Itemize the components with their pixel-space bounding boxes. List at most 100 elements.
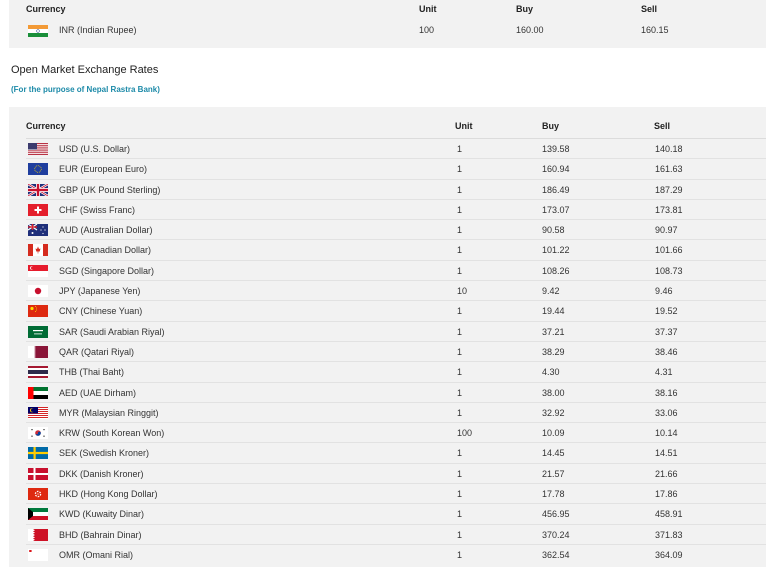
currency-sell: 10.14 xyxy=(655,428,678,439)
table-row: HKD (Hong Kong Dollar) 1 17.78 17.86 xyxy=(26,483,766,503)
currency-buy: 362.54 xyxy=(542,549,570,560)
currency-name: THB (Thai Baht) xyxy=(59,367,125,378)
currency-unit: 1 xyxy=(457,448,463,459)
table-row: CHF (Swiss Franc) 1 173.07 173.81 xyxy=(26,198,766,219)
currency-name: GBP (UK Pound Sterling) xyxy=(59,184,161,195)
currency-sell: 38.16 xyxy=(655,387,678,398)
currency-name: SGD (Singapore Dollar) xyxy=(59,265,155,276)
table-row: SGD (Singapore Dollar) 1 108.26 108.73 xyxy=(26,259,766,280)
currency-sell: 4.31 xyxy=(655,367,673,378)
currency-sell: 140.18 xyxy=(655,144,683,154)
currency-sell: 161.63 xyxy=(655,164,683,175)
oman-flag-icon xyxy=(28,548,48,561)
header-currency: Currency xyxy=(26,121,66,131)
table-row: SAR (Saudi Arabian Riyal) 1 37.21 37.37 xyxy=(26,320,766,341)
header-sell: Sell xyxy=(654,121,671,131)
currency-buy: 101.22 xyxy=(542,245,570,256)
table-row: CAD (Canadian Dollar) 1 101.22 101.66 xyxy=(26,239,766,259)
currency-name: MYR (Malaysian Ringgit) xyxy=(59,407,159,418)
currency-name: INR (Indian Rupee) xyxy=(59,25,137,35)
currency-sell: 21.66 xyxy=(655,468,678,479)
swiss-flag-icon xyxy=(28,203,48,216)
table-header-row: Currency Unit Buy Sell xyxy=(9,121,766,135)
currency-buy: 10.09 xyxy=(542,428,565,439)
table-row: QAR (Qatari Riyal) 1 38.29 38.46 xyxy=(26,340,766,361)
header-unit: Unit xyxy=(455,121,473,131)
currency-sell: 17.86 xyxy=(655,489,678,500)
currency-buy: 160.94 xyxy=(542,164,570,175)
currency-buy: 37.21 xyxy=(542,326,565,337)
currency-buy: 14.45 xyxy=(542,448,565,459)
header-buy: Buy xyxy=(542,121,560,131)
currency-name: BHD (Bahrain Dinar) xyxy=(59,529,142,540)
currency-unit: 1 xyxy=(457,265,463,276)
currency-sell: 90.97 xyxy=(655,225,678,236)
currency-name: DKK (Danish Kroner) xyxy=(59,468,144,479)
currency-unit: 10 xyxy=(457,286,468,297)
table-row: OMR (Omani Rial) 1 362.54 364.09 xyxy=(26,543,766,564)
currency-unit: 1 xyxy=(457,306,463,317)
currency-name: EUR (European Euro) xyxy=(59,164,148,175)
table-row: USD (U.S. Dollar) 1 139.58 140.18 xyxy=(26,138,766,158)
currency-buy: 160.00 xyxy=(516,25,544,35)
table-row: MYR (Malaysian Ringgit) 1 32.92 33.06 xyxy=(26,401,766,422)
currency-sell: 160.15 xyxy=(641,25,669,35)
bahrain-flag-icon xyxy=(28,528,48,541)
currency-name: AUD (Australian Dollar) xyxy=(59,225,153,236)
currency-unit: 1 xyxy=(457,529,463,540)
currency-name: CNY (Chinese Yuan) xyxy=(59,306,143,317)
currency-sell: 38.46 xyxy=(655,346,678,357)
china-flag-icon xyxy=(28,305,48,318)
currency-sell: 187.29 xyxy=(655,184,683,195)
japan-flag-icon xyxy=(28,285,48,298)
header-sell: Sell xyxy=(641,4,658,14)
table-row: INR (Indian Rupee) 100 160.00 160.15 xyxy=(9,21,766,39)
currency-unit: 1 xyxy=(457,509,463,520)
uk-flag-icon xyxy=(28,183,48,196)
uae-flag-icon xyxy=(28,386,48,399)
section-title: Open Market Exchange Rates xyxy=(11,64,159,76)
currency-name: CAD (Canadian Dollar) xyxy=(59,245,152,256)
currency-name: JPY (Japanese Yen) xyxy=(59,286,141,297)
table-header-row: Currency Unit Buy Sell xyxy=(9,4,766,16)
currency-sell: 19.52 xyxy=(655,306,678,317)
sweden-flag-icon xyxy=(28,447,48,460)
table-row: KWD (Kuwaity Dinar) 1 456.95 458.91 xyxy=(26,503,766,523)
currency-buy: 32.92 xyxy=(542,407,565,418)
currency-sell: 14.51 xyxy=(655,448,678,459)
currency-unit: 1 xyxy=(457,144,463,154)
currency-unit: 1 xyxy=(457,407,463,418)
currency-buy: 173.07 xyxy=(542,204,570,215)
open-market-rates-table: Currency Unit Buy Sell USD (U.S. Dollar)… xyxy=(9,107,766,567)
currency-sell: 9.46 xyxy=(655,286,673,297)
currency-buy: 456.95 xyxy=(542,509,570,520)
qatar-flag-icon xyxy=(28,345,48,358)
table-row: JPY (Japanese Yen) 10 9.42 9.46 xyxy=(26,280,766,300)
usa-flag-icon xyxy=(28,143,48,155)
malaysia-flag-icon xyxy=(28,406,48,419)
table-row: KRW (South Korean Won) 100 10.09 10.14 xyxy=(26,422,766,442)
currency-sell: 37.37 xyxy=(655,326,678,337)
currency-name: OMR (Omani Rial) xyxy=(59,549,134,560)
currency-buy: 21.57 xyxy=(542,468,565,479)
denmark-flag-icon xyxy=(28,467,48,480)
kuwait-flag-icon xyxy=(28,508,48,521)
indian-rupee-table: Currency Unit Buy Sell INR (Indian Rupee… xyxy=(9,0,766,48)
currency-unit: 1 xyxy=(457,549,463,560)
currency-buy: 186.49 xyxy=(542,184,570,195)
header-buy: Buy xyxy=(516,4,534,14)
currency-name: AED (UAE Dirham) xyxy=(59,387,137,398)
currency-buy: 4.30 xyxy=(542,367,560,378)
currency-unit: 1 xyxy=(457,245,463,256)
table-row: EUR (European Euro) 1 160.94 161.63 xyxy=(26,158,766,178)
currency-buy: 139.58 xyxy=(542,144,570,154)
currency-unit: 1 xyxy=(457,387,463,398)
table-row: THB (Thai Baht) 1 4.30 4.31 xyxy=(26,361,766,381)
table-body: USD (U.S. Dollar) 1 139.58 140.18 EUR (Europ… xyxy=(26,138,766,564)
currency-unit: 1 xyxy=(457,468,463,479)
currency-name: SAR (Saudi Arabian Riyal) xyxy=(59,326,165,337)
saudi-flag-icon xyxy=(28,325,48,338)
currency-unit: 1 xyxy=(457,326,463,337)
hongkong-flag-icon xyxy=(28,488,48,501)
table-row: AED (UAE Dirham) 1 38.00 38.16 xyxy=(26,381,766,402)
